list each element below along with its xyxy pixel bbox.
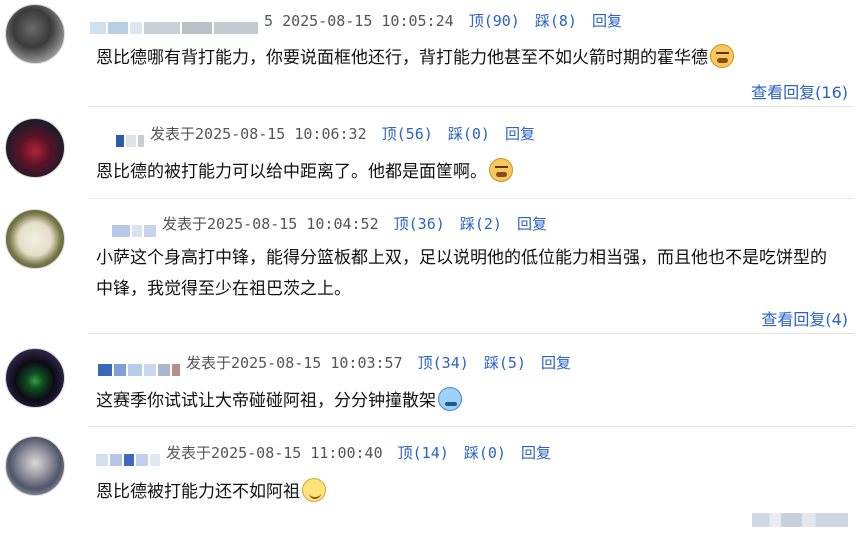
- down-vote-link[interactable]: 踩(5): [484, 354, 526, 372]
- down-vote-link[interactable]: 踩(8): [535, 12, 577, 30]
- posted-prefix: 发表于: [186, 354, 232, 372]
- up-vote-link[interactable]: 顶(36): [394, 215, 445, 233]
- comment-text: 这赛季你试试让大帝碰碰阿祖，分分钟撞散架: [96, 386, 851, 417]
- divider: [88, 198, 854, 199]
- reply-link[interactable]: 回复: [505, 125, 535, 143]
- down-count: (8): [549, 12, 577, 30]
- username-blurred[interactable]: [90, 15, 260, 34]
- down-count: (5): [498, 354, 526, 372]
- up-count: (14): [412, 444, 449, 462]
- down-vote-link[interactable]: 踩(0): [448, 125, 490, 143]
- comment-text: 小萨这个身高打中锋，能得分篮板都上双，足以说明他的低位能力相当强，而且他也不是吃…: [96, 243, 851, 305]
- post-datetime: 2025-08-15 11:00:40: [211, 444, 383, 462]
- post-datetime: 2025-08-15 10:04:52: [207, 215, 379, 233]
- comment-text-line: 小萨这个身高打中锋，能得分篮板都上双，足以说明他的低位能力相当强，而且他也不是吃…: [96, 248, 827, 268]
- up-vote-link[interactable]: 顶(90): [469, 12, 520, 30]
- comment-text: 恩比德被打能力还不如阿祖: [96, 477, 851, 508]
- sweat-face-icon: [489, 158, 513, 182]
- down-count: (2): [474, 215, 502, 233]
- divider: [88, 106, 854, 107]
- post-datetime: 2025-08-15 10:03:57: [231, 354, 403, 372]
- up-count: (90): [483, 12, 520, 30]
- comment-text-line: 中锋，我觉得至少在祖巴茨之上。: [96, 279, 351, 299]
- username-blurred[interactable]: [90, 357, 182, 376]
- view-replies-link[interactable]: 查看回复(4): [761, 306, 848, 330]
- up-count: (34): [432, 354, 469, 372]
- comment-meta: 5 2025-08-15 10:05:24 顶(90) 踩(8) 回复: [90, 8, 622, 34]
- divider: [88, 426, 854, 427]
- avatar[interactable]: [5, 348, 65, 408]
- comment-meta: 发表于2025-08-15 11:00:40 顶(14) 踩(0) 回复: [90, 440, 551, 466]
- username-blurred[interactable]: [90, 447, 162, 466]
- up-count: (56): [396, 125, 433, 143]
- username-blurred[interactable]: [90, 128, 146, 147]
- view-replies-link[interactable]: 查看回复(16): [751, 79, 848, 103]
- up-vote-link[interactable]: 顶(56): [382, 125, 433, 143]
- up-vote-link[interactable]: 顶(34): [418, 354, 469, 372]
- posted-prefix: 5: [264, 12, 274, 30]
- comment-meta: 发表于2025-08-15 10:06:32 顶(56) 踩(0) 回复: [90, 121, 535, 147]
- posted-at-label: 发表于: [150, 125, 196, 143]
- down-vote-link[interactable]: 踩(0): [464, 444, 506, 462]
- down-count: (0): [478, 444, 506, 462]
- avatar[interactable]: [5, 436, 65, 496]
- comment-meta: 发表于2025-08-15 10:03:57 顶(34) 踩(5) 回复: [90, 350, 571, 376]
- reply-link[interactable]: 回复: [517, 215, 547, 233]
- reply-link[interactable]: 回复: [521, 444, 551, 462]
- avatar[interactable]: [5, 209, 65, 269]
- post-datetime: 2025-08-15 10:06:32: [195, 125, 367, 143]
- down-vote-link[interactable]: 踩(2): [460, 215, 502, 233]
- posted-at-label: 发表于: [162, 215, 208, 233]
- cold-sweat-face-icon: [438, 387, 462, 411]
- pagination-blurred[interactable]: [752, 513, 848, 527]
- up-vote-link[interactable]: 顶(14): [398, 444, 449, 462]
- post-datetime: 2025-08-15 10:05:24: [282, 12, 454, 30]
- reply-link[interactable]: 回复: [541, 354, 571, 372]
- divider: [88, 333, 854, 334]
- reply-link[interactable]: 回复: [592, 12, 622, 30]
- down-count: (0): [462, 125, 490, 143]
- up-count: (36): [408, 215, 445, 233]
- username-blurred[interactable]: [90, 218, 158, 237]
- posted-at-label: 发表于: [166, 444, 212, 462]
- avatar[interactable]: [5, 4, 65, 64]
- avatar[interactable]: [5, 118, 65, 178]
- comment-text: 恩比德哪有背打能力，你要说面框他还行，背打能力他甚至不如火箭时期的霍华德: [96, 43, 851, 74]
- smile-face-icon: [302, 478, 326, 502]
- comment-meta: 发表于2025-08-15 10:04:52 顶(36) 踩(2) 回复: [90, 211, 547, 237]
- sweat-face-icon: [710, 44, 734, 68]
- comment-text: 恩比德的被打能力可以给中距离了。他都是面筐啊。: [96, 157, 851, 188]
